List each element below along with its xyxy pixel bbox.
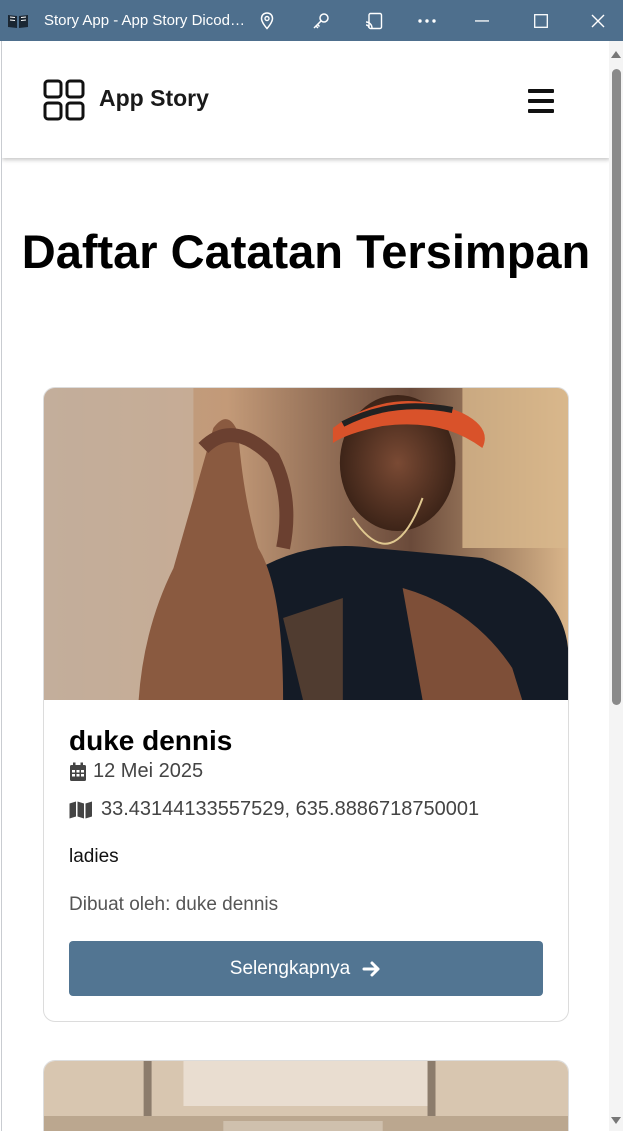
story-photo bbox=[44, 388, 568, 700]
story-location-row: 33.43144133557529, 635.8886718750001 bbox=[69, 798, 479, 821]
scroll-up-arrow-icon[interactable] bbox=[611, 50, 621, 58]
story-author: Dibuat oleh: duke dennis bbox=[69, 894, 279, 915]
story-date-row: 12 Mei 2025 bbox=[69, 760, 203, 783]
story-date: 12 Mei 2025 bbox=[93, 760, 204, 782]
location-pin-icon[interactable] bbox=[256, 0, 278, 41]
story-description: ladies bbox=[69, 846, 119, 867]
detail-button[interactable]: Selengkapnya bbox=[69, 941, 543, 996]
window-title: Story App - App Story Dicoding bbox=[44, 12, 246, 29]
minimize-icon[interactable] bbox=[470, 0, 494, 41]
arrow-right-icon bbox=[362, 961, 380, 976]
hamburger-icon[interactable] bbox=[524, 86, 558, 116]
page-title: Daftar Catatan Tersimpan bbox=[21, 225, 591, 278]
grid-icon bbox=[43, 79, 85, 121]
close-icon[interactable] bbox=[586, 0, 610, 41]
maximize-icon[interactable] bbox=[529, 0, 553, 41]
story-card: duke dennis 12 Mei 2025 33.4314413355752… bbox=[43, 387, 569, 1022]
detail-button-label: Selengkapnya bbox=[229, 957, 351, 979]
calendar-icon bbox=[70, 762, 86, 781]
site-header: App Story bbox=[2, 41, 609, 158]
story-photo bbox=[44, 1061, 568, 1131]
story-location: 33.43144133557529, 635.8886718750001 bbox=[101, 798, 480, 820]
scroll-thumb[interactable] bbox=[612, 69, 621, 705]
more-icon[interactable] bbox=[415, 0, 439, 41]
book-icon bbox=[8, 14, 28, 28]
story-title: duke dennis bbox=[69, 725, 233, 756]
scroll-down-arrow-icon[interactable] bbox=[611, 1117, 621, 1125]
brand-name[interactable]: App Story bbox=[99, 85, 209, 112]
key-icon[interactable] bbox=[309, 0, 333, 41]
story-card bbox=[43, 1060, 569, 1131]
window-titlebar: Story App - App Story Dicoding bbox=[0, 0, 623, 41]
cast-icon[interactable] bbox=[362, 0, 386, 41]
page-viewport: App Story Daftar Catatan Tersimpan duke … bbox=[1, 41, 609, 1131]
map-icon bbox=[69, 801, 92, 818]
scrollbar[interactable] bbox=[609, 41, 623, 1131]
